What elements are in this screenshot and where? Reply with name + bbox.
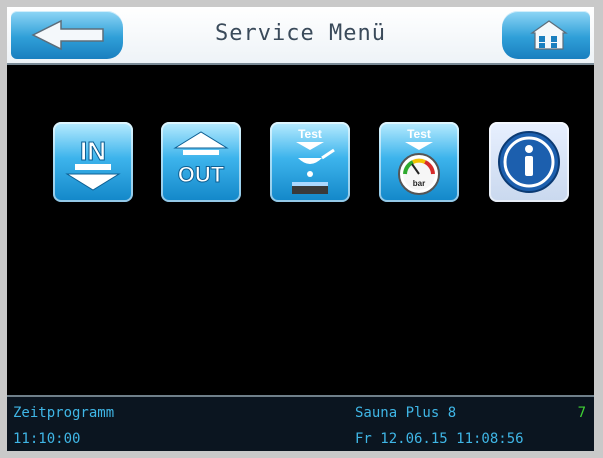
test-label-2: Test <box>407 127 431 141</box>
service-icon-row: IN OUT Test Test bar <box>7 122 594 206</box>
test-water-drop-icon: Test <box>292 127 335 194</box>
in-label: IN <box>80 136 106 166</box>
output-arrow-up-icon: OUT <box>173 131 229 188</box>
test-label-1: Test <box>298 127 322 141</box>
program-label: Zeitprogramm <box>13 405 115 421</box>
test-pressure-button[interactable]: Test bar <box>379 122 459 202</box>
status-bar: Zeitprogramm 11:10:00 Sauna Plus 8 7 Fr … <box>7 395 594 451</box>
home-button[interactable] <box>502 11 590 59</box>
date-time: Fr 12.06.15 11:08:56 <box>355 431 524 447</box>
device-number: 7 <box>577 405 586 421</box>
test-dosing-button[interactable]: Test <box>270 122 350 202</box>
touch-screen: Service Menü IN OUT Test Test bar Zeitpr… <box>7 7 594 451</box>
in-button[interactable]: IN <box>53 122 133 202</box>
program-time: 11:10:00 <box>13 431 81 447</box>
header-bar: Service Menü <box>7 7 594 65</box>
bar-label: bar <box>413 179 425 188</box>
input-arrow-down-icon: IN <box>65 136 121 191</box>
device-name: Sauna Plus 8 <box>355 405 457 421</box>
out-button[interactable]: OUT <box>161 122 241 202</box>
test-pressure-gauge-icon: Test bar <box>398 127 440 195</box>
info-icon <box>498 131 560 193</box>
out-label: OUT <box>178 162 225 187</box>
info-button[interactable] <box>489 122 569 202</box>
house-icon <box>530 20 568 50</box>
